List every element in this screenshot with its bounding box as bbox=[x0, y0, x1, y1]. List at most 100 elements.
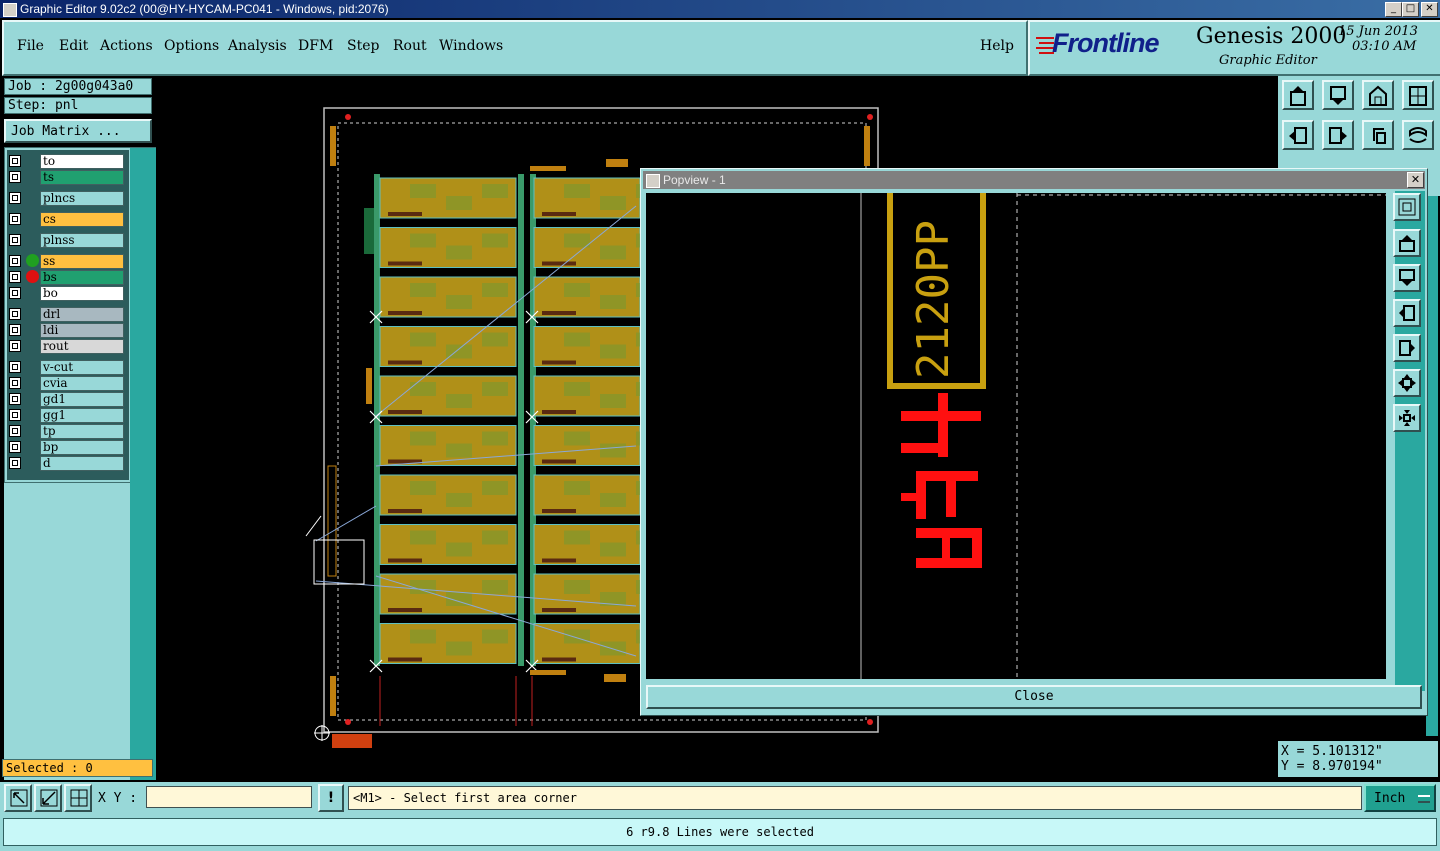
pcb-via-cluster bbox=[410, 530, 436, 545]
pcb-via-cluster bbox=[564, 629, 590, 644]
pcb-pad-row bbox=[388, 410, 422, 414]
menu-edit[interactable]: Edit bbox=[59, 38, 88, 54]
layer-checkbox[interactable] bbox=[9, 361, 21, 373]
menu-rout[interactable]: Rout bbox=[393, 38, 427, 54]
popview-pan-down-button[interactable] bbox=[1393, 264, 1421, 292]
layer-row-v-cut[interactable]: v-cut bbox=[7, 360, 124, 375]
layer-checkbox[interactable] bbox=[9, 192, 21, 204]
layer-row-cvia[interactable]: cvia bbox=[7, 376, 124, 391]
redo-button[interactable] bbox=[1402, 120, 1434, 150]
layer-checkbox[interactable] bbox=[9, 441, 21, 453]
zoom-in-icon bbox=[1398, 374, 1416, 392]
pcb-via-cluster bbox=[564, 382, 590, 396]
pcb-pad-row bbox=[542, 311, 576, 315]
popview-zoom-out-button[interactable] bbox=[1393, 404, 1421, 432]
layer-checkbox[interactable] bbox=[9, 155, 21, 167]
layer-checkbox[interactable] bbox=[9, 287, 21, 299]
layer-checkbox[interactable] bbox=[9, 213, 21, 225]
pcb-via-cluster bbox=[446, 196, 472, 210]
layer-checkbox[interactable] bbox=[9, 340, 21, 352]
pcb-via-cluster bbox=[482, 184, 508, 198]
pcb-via-cluster bbox=[600, 493, 626, 507]
close-window-button[interactable]: ✕ bbox=[1421, 2, 1438, 17]
popview-zoom-fit-button[interactable] bbox=[1393, 193, 1421, 221]
popview-pan-left-button[interactable] bbox=[1393, 299, 1421, 327]
pan-left-button[interactable] bbox=[1282, 120, 1314, 150]
layer-row-plnss[interactable]: plnss bbox=[7, 233, 124, 248]
popview-pan-up-button[interactable] bbox=[1393, 229, 1421, 257]
select-mode-button[interactable] bbox=[4, 784, 32, 812]
layer-checkbox[interactable] bbox=[9, 234, 21, 246]
minimize-button[interactable]: _ bbox=[1385, 2, 1402, 17]
undo-button[interactable] bbox=[1362, 120, 1394, 150]
layer-row-drl[interactable]: drl bbox=[7, 307, 124, 322]
units-dropdown[interactable]: Inch bbox=[1364, 784, 1436, 812]
menu-help[interactable]: Help bbox=[980, 38, 1014, 54]
menu-dfm[interactable]: DFM bbox=[298, 38, 333, 54]
zoom-out-icon bbox=[1399, 410, 1415, 426]
pcb-via-cluster bbox=[482, 233, 508, 248]
layer-row-tp[interactable]: tp bbox=[7, 424, 124, 439]
layer-checkbox[interactable] bbox=[9, 171, 21, 183]
pcb-pad-row bbox=[388, 509, 422, 513]
layer-name-label: bs bbox=[40, 270, 124, 285]
layer-scroll-area[interactable] bbox=[130, 148, 156, 780]
menu-analysis[interactable]: Analysis bbox=[228, 38, 287, 54]
layer-row-cs[interactable]: cs bbox=[7, 212, 124, 227]
menu-options[interactable]: Options bbox=[164, 38, 219, 54]
layer-row-ts[interactable]: ts bbox=[7, 170, 124, 185]
house-button[interactable] bbox=[1362, 80, 1394, 110]
layer-name-label: cs bbox=[40, 212, 124, 227]
layer-checkbox[interactable] bbox=[9, 255, 21, 267]
pcb-via-cluster bbox=[446, 295, 472, 309]
layer-checkbox[interactable] bbox=[9, 324, 21, 336]
layer-row-gg1[interactable]: gg1 bbox=[7, 408, 124, 423]
menu-step[interactable]: Step bbox=[347, 38, 379, 54]
xy-input[interactable] bbox=[146, 786, 312, 808]
layer-checkbox[interactable] bbox=[9, 393, 21, 405]
measure-mode-button[interactable] bbox=[34, 784, 62, 812]
layer-checkbox[interactable] bbox=[9, 377, 21, 389]
maximize-button[interactable]: □ bbox=[1402, 2, 1419, 17]
layer-row-to[interactable]: to bbox=[7, 154, 124, 169]
pcb-pad-row bbox=[542, 509, 576, 513]
window-button[interactable] bbox=[1402, 80, 1434, 110]
pcb-via-cluster bbox=[446, 443, 472, 458]
popview-canvas[interactable]: 2120PP 3 bbox=[646, 193, 1386, 679]
layer-row-plncs[interactable]: plncs bbox=[7, 191, 124, 206]
menu-windows[interactable]: Windows bbox=[439, 38, 503, 54]
layer-checkbox[interactable] bbox=[9, 308, 21, 320]
layer-row-bo[interactable]: bo bbox=[7, 286, 124, 301]
layer-name-label: drl bbox=[40, 307, 124, 322]
layer-checkbox[interactable] bbox=[9, 457, 21, 469]
layer-row-bp[interactable]: bp bbox=[7, 440, 124, 455]
layer-row-ss[interactable]: ss bbox=[7, 254, 124, 269]
home-button[interactable] bbox=[1282, 80, 1314, 110]
brand-module: Graphic Editor bbox=[1219, 53, 1317, 68]
layer-checkbox[interactable] bbox=[9, 409, 21, 421]
layer-checkbox[interactable] bbox=[9, 271, 21, 283]
menu-bar: File Edit Actions Options Analysis DFM S… bbox=[2, 20, 1028, 76]
layer-row-ldi[interactable]: ldi bbox=[7, 323, 124, 338]
layer-name-label: plncs bbox=[40, 191, 124, 206]
layer-row-bs[interactable]: bs bbox=[7, 270, 124, 285]
pcb-via-cluster bbox=[564, 580, 590, 594]
layer-checkbox[interactable] bbox=[9, 425, 21, 437]
warning-button[interactable]: ! bbox=[318, 784, 344, 812]
layer-row-rout[interactable]: rout bbox=[7, 339, 124, 354]
zoom-in-button[interactable] bbox=[1322, 80, 1354, 110]
pan-right-button[interactable] bbox=[1322, 120, 1354, 150]
popview-zoom-in-button[interactable] bbox=[1393, 369, 1421, 397]
layer-row-d[interactable]: d bbox=[7, 456, 124, 471]
pcb-pad-row bbox=[542, 360, 576, 365]
popview-close-x-button[interactable]: ✕ bbox=[1407, 172, 1424, 188]
layer-row-gd1[interactable]: gd1 bbox=[7, 392, 124, 407]
pcb-via-cluster bbox=[482, 481, 508, 495]
popview-pan-right-button[interactable] bbox=[1393, 334, 1421, 362]
menu-file[interactable]: File bbox=[17, 38, 44, 54]
grid-snap-button[interactable] bbox=[64, 784, 92, 812]
job-matrix-button[interactable]: Job Matrix ... bbox=[4, 119, 152, 143]
pcb-via-cluster bbox=[482, 431, 508, 446]
menu-actions[interactable]: Actions bbox=[100, 38, 153, 54]
popview-close-button[interactable]: Close bbox=[646, 685, 1422, 709]
